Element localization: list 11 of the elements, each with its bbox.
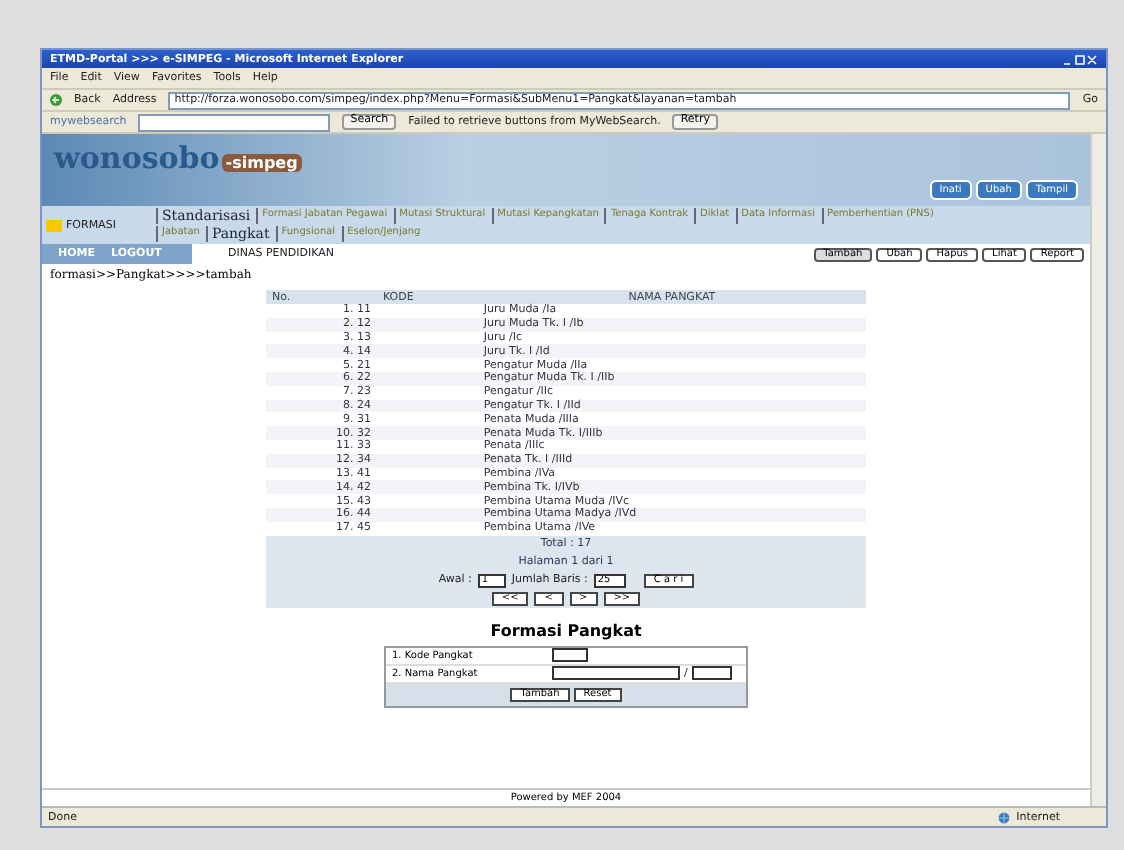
globe-icon xyxy=(998,811,1011,823)
code-field[interactable] xyxy=(552,648,588,663)
name-field[interactable] xyxy=(552,666,680,681)
form-title: Formasi Pangkat xyxy=(488,621,644,640)
site-logo-suffix: -simpeg xyxy=(221,154,302,172)
search-field[interactable] xyxy=(138,113,331,131)
site-logo: wonosobo xyxy=(54,140,220,176)
suffix-field[interactable] xyxy=(691,666,732,681)
tag-icon xyxy=(46,219,62,231)
window-controls-icon[interactable] xyxy=(1062,53,1098,65)
back-arrow-icon[interactable] xyxy=(50,94,62,106)
